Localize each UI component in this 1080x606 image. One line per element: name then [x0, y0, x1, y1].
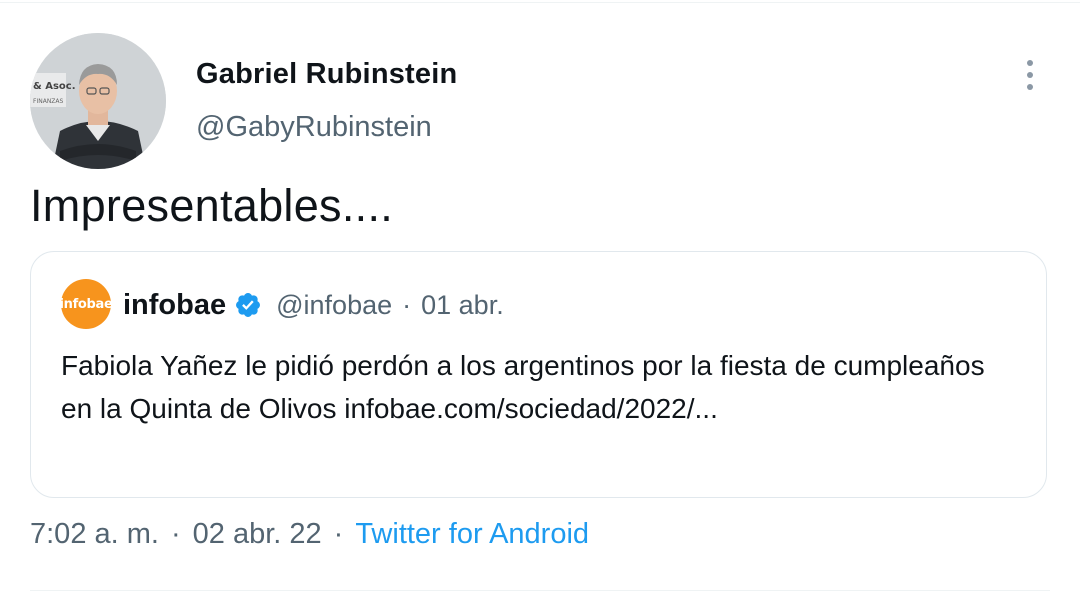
quoted-avatar[interactable]: infobae — [59, 279, 113, 329]
avatar-photo: & Asoc. FINANZAS — [30, 33, 166, 169]
tweet-text: Impresentables.... — [30, 180, 394, 231]
tweet-time[interactable]: 7:02 a. m. — [30, 518, 159, 550]
meta-separator: · — [170, 518, 181, 550]
verified-badge-icon — [234, 291, 262, 319]
author-display-name[interactable]: Gabriel Rubinstein — [196, 58, 457, 91]
quoted-tweet-card[interactable]: infobae infobae @infobae · 01 abr. Fabio… — [30, 251, 1047, 498]
quoted-author-handle[interactable]: @infobae — [276, 290, 392, 321]
meta-separator: · — [333, 518, 344, 550]
quoted-tweet-body: Fabiola Yañez le pidió perdón a los arge… — [61, 350, 985, 424]
more-dot — [1027, 72, 1033, 78]
quoted-avatar-text: infobae — [59, 296, 113, 312]
author-handle[interactable]: @GabyRubinstein — [196, 111, 432, 144]
author-avatar[interactable]: & Asoc. FINANZAS — [30, 33, 166, 169]
quoted-separator: · — [402, 289, 412, 320]
more-vertical-icon[interactable] — [1018, 55, 1042, 95]
quoted-date[interactable]: 01 abr. — [421, 290, 504, 321]
tweet-date[interactable]: 02 abr. 22 — [193, 518, 322, 550]
more-dot — [1027, 60, 1033, 66]
tweet-meta: 7:02 a. m. · 02 abr. 22 · Twitter for Androi… — [30, 518, 589, 551]
avatar-sign-line-1: & Asoc. — [33, 81, 76, 92]
more-dot — [1027, 84, 1033, 90]
quoted-tweet-header: infobae @infobae · 01 abr. — [123, 285, 504, 325]
top-divider — [0, 2, 1080, 3]
bottom-divider — [30, 590, 1050, 591]
quoted-author-name[interactable]: infobae — [123, 289, 226, 322]
avatar-sign-line-2: FINANZAS — [33, 98, 64, 105]
tweet-source-link[interactable]: Twitter for Android — [355, 518, 589, 550]
